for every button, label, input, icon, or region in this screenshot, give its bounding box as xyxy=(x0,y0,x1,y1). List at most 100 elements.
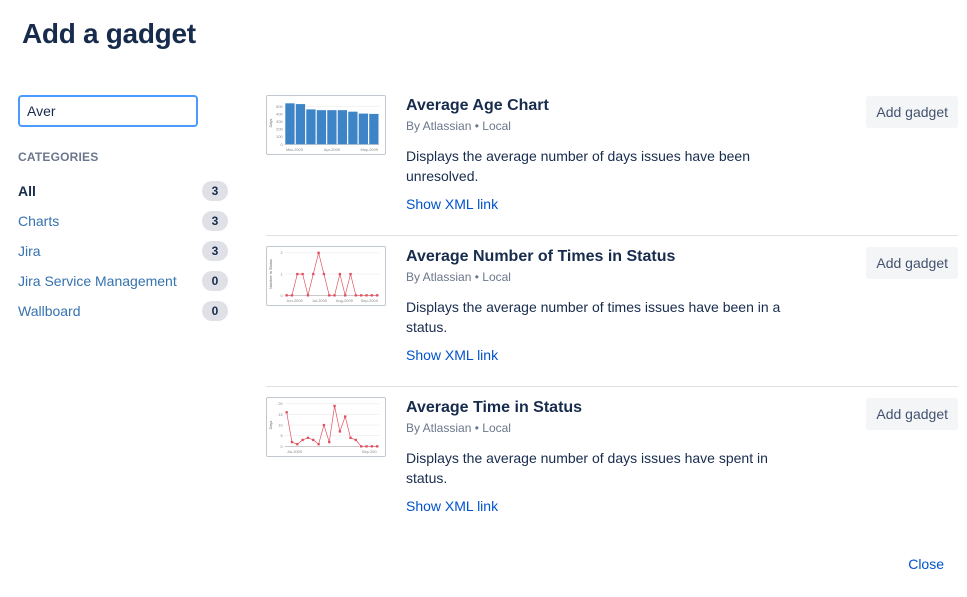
gadget-description: Displays the average number of days issu… xyxy=(406,450,768,486)
gadget-meta: By Atlassian • Local xyxy=(406,420,806,436)
data-point xyxy=(354,294,358,297)
meta-separator: • xyxy=(474,119,479,133)
bar xyxy=(327,110,337,145)
gadget-item: 0 100 200 300 400 500 Days Mar-2009 Apr-2009 May-… xyxy=(266,85,958,236)
gadget-author: By Atlassian xyxy=(406,421,472,435)
category-all[interactable]: All 3 xyxy=(18,176,228,206)
gadget-source: Local xyxy=(482,119,511,133)
data-point xyxy=(301,272,304,276)
show-xml-link[interactable]: Show XML link xyxy=(406,347,498,363)
category-list: All 3 Charts 3 Jira 3 Jira Service Manag… xyxy=(18,176,228,326)
gadget-thumbnail: 0 100 200 300 400 500 Days Mar-2009 Apr-2009 May-… xyxy=(266,95,386,155)
data-point xyxy=(306,294,310,297)
gadget-description: Displays the average number of days issu… xyxy=(406,148,750,184)
data-point xyxy=(370,294,373,297)
x-tick-label: Jul-2009 xyxy=(287,449,302,454)
category-charts[interactable]: Charts 3 xyxy=(18,206,228,236)
gadget-list: 0 100 200 300 400 500 Days Mar-2009 Apr-2009 May-… xyxy=(266,85,958,537)
data-point xyxy=(365,294,368,297)
categories-heading: CATEGORIES xyxy=(18,150,99,164)
gadget-thumbnail: 0 1 2 Number in Status Jun-2009 Jul-2009 Aug-2… xyxy=(266,246,386,306)
bar xyxy=(348,111,358,145)
y-tick-label: 5 xyxy=(281,433,283,438)
data-point xyxy=(354,438,358,442)
x-tick-label: Jul-2009 xyxy=(312,298,327,303)
bar xyxy=(358,113,369,145)
gadget-author: By Atlassian xyxy=(406,270,472,284)
gadget-name: Average Age Chart xyxy=(406,97,549,114)
data-point xyxy=(333,294,336,297)
y-tick-label: 15 xyxy=(278,412,282,417)
count-badge: 0 xyxy=(202,271,228,291)
y-tick-label: 200 xyxy=(276,127,283,132)
dialog-title: Add a gadget xyxy=(22,18,196,49)
y-axis-label: Days xyxy=(268,421,273,430)
y-axis-label: Number in Status xyxy=(268,259,273,289)
bar xyxy=(337,110,348,145)
data-point xyxy=(375,294,379,297)
x-tick-label: May-2009 xyxy=(361,147,378,152)
data-point xyxy=(333,404,336,408)
category-jira[interactable]: Jira 3 xyxy=(18,236,228,266)
y-tick-label: 0 xyxy=(281,444,284,449)
bar xyxy=(285,103,295,145)
category-jira-service-management[interactable]: Jira Service Management 0 xyxy=(18,266,228,296)
data-point xyxy=(328,440,331,444)
series-line xyxy=(286,405,378,447)
data-point xyxy=(370,445,373,448)
data-point xyxy=(306,436,310,439)
x-tick-label: Sep-2009 xyxy=(361,298,378,303)
thumbnail-chart: 0 1 2 Number in Status Jun-2009 Jul-2009 Aug-2… xyxy=(268,250,380,303)
count-badge: 3 xyxy=(202,181,228,201)
data-point xyxy=(285,294,288,297)
gadget-item: 0 5 10 15 20 Days Jul-2009 Sep-200 Average Time… xyxy=(266,387,958,537)
category-label: Jira xyxy=(18,243,41,259)
add-gadget-button[interactable]: Add gadget xyxy=(866,247,958,279)
y-tick-label: 20 xyxy=(278,401,283,406)
data-point xyxy=(296,272,299,276)
category-label: All xyxy=(18,183,36,199)
x-tick-label: Aug-2009 xyxy=(336,298,353,303)
category-wallboard[interactable]: Wallboard 0 xyxy=(18,296,228,326)
y-tick-label: 0 xyxy=(281,293,284,298)
y-tick-label: 300 xyxy=(276,119,283,124)
thumbnail-chart: 0 100 200 300 400 500 Days Mar-2009 Apr-2009 May-… xyxy=(268,103,380,152)
show-xml-link[interactable]: Show XML link xyxy=(406,498,498,514)
bar xyxy=(316,110,327,145)
show-xml-link[interactable]: Show XML link xyxy=(406,196,498,212)
y-tick-label: 0 xyxy=(281,142,284,147)
add-gadget-button[interactable]: Add gadget xyxy=(866,398,958,430)
close-button[interactable]: Close xyxy=(908,556,944,572)
data-point xyxy=(338,272,342,276)
data-point xyxy=(285,411,288,414)
gadget-author: By Atlassian xyxy=(406,119,472,133)
bar xyxy=(369,113,379,145)
data-point xyxy=(317,251,320,254)
search-input[interactable] xyxy=(18,95,198,127)
data-point xyxy=(349,272,352,276)
category-label: Wallboard xyxy=(18,303,81,319)
data-point xyxy=(290,440,294,444)
y-axis-label: Days xyxy=(268,119,273,128)
x-tick-label: Apr-2009 xyxy=(324,147,340,152)
gadget-thumbnail: 0 5 10 15 20 Days Jul-2009 Sep-200 xyxy=(266,397,386,457)
data-point xyxy=(338,430,342,433)
gadget-description: Displays the average number of times iss… xyxy=(406,299,781,335)
y-tick-label: 400 xyxy=(276,111,283,116)
gadget-item: 0 1 2 Number in Status Jun-2009 Jul-2009 Aug-2… xyxy=(266,236,958,387)
data-point xyxy=(328,294,331,297)
data-point xyxy=(365,445,368,448)
y-tick-label: 2 xyxy=(281,250,283,255)
category-label: Charts xyxy=(18,213,60,229)
gadget-name: Average Number of Times in Status xyxy=(406,248,676,265)
data-point xyxy=(344,294,347,297)
x-tick-label: Sep-200 xyxy=(362,449,378,454)
add-gadget-button[interactable]: Add gadget xyxy=(866,96,958,128)
data-point xyxy=(290,294,294,297)
y-tick-label: 1 xyxy=(281,272,283,277)
data-point xyxy=(349,436,352,439)
x-tick-label: Jun-2009 xyxy=(286,298,302,303)
count-badge: 0 xyxy=(202,301,228,321)
data-point xyxy=(317,443,320,446)
meta-separator: • xyxy=(474,270,479,284)
